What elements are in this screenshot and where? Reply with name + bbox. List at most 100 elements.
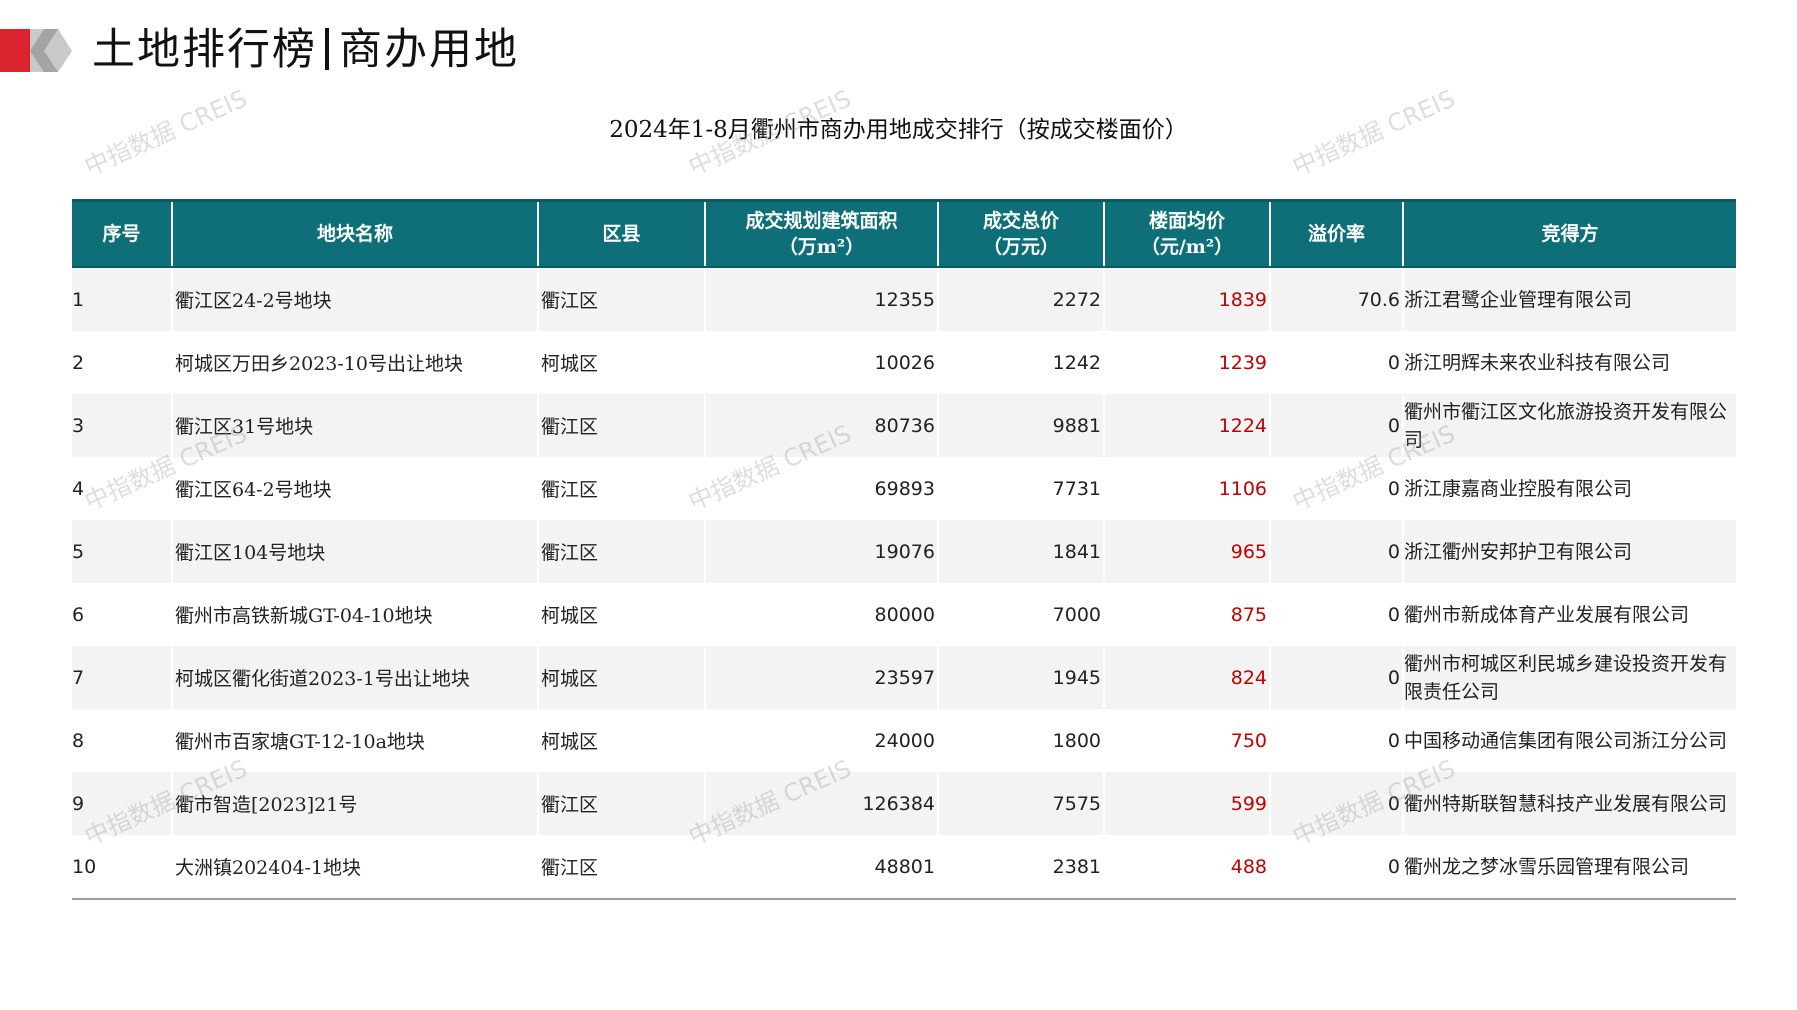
page-title-right: 商办用地 — [339, 25, 519, 75]
column-header-rank: 序号 — [72, 199, 173, 268]
cell-area: 19076 — [705, 520, 939, 583]
cell-price: 750 — [1104, 709, 1271, 772]
cell-winner: 浙江康嘉商业控股有限公司 — [1403, 457, 1736, 520]
page-title: 土地排行榜 商办用地 — [92, 22, 519, 78]
column-header-area: 成交规划建筑面积 （万m²） — [705, 199, 939, 268]
cell-district: 柯城区 — [538, 583, 706, 646]
cell-price: 1224 — [1104, 394, 1271, 457]
cell-price: 1239 — [1104, 331, 1271, 394]
cell-district: 衢江区 — [538, 457, 706, 520]
table-row: 4 衢江区64-2号地块 衢江区 69893 7731 1106 0 浙江康嘉商业控股有限公司 — [72, 457, 1736, 520]
cell-area: 69893 — [705, 457, 939, 520]
column-header-label: 成交总价 — [982, 210, 1059, 232]
cell-price: 1839 — [1104, 267, 1271, 331]
column-header-label: 溢价率 — [1307, 223, 1365, 245]
cell-price: 824 — [1104, 646, 1271, 709]
cell-price: 965 — [1104, 520, 1271, 583]
column-header-label: 成交规划建筑面积 — [745, 210, 898, 232]
cell-total: 1800 — [938, 709, 1105, 772]
cell-district: 衢江区 — [538, 835, 706, 900]
cell-winner: 中国移动通信集团有限公司浙江分公司 — [1403, 709, 1736, 772]
ranking-table: 序号 地块名称 区县 成交规划建筑面积 （万m²） 成交总价 （万元） 楼面均价 （元… — [72, 199, 1736, 900]
cell-district: 柯城区 — [538, 646, 706, 709]
cell-total: 2381 — [938, 835, 1105, 900]
cell-name: 衢江区31号地块 — [172, 394, 539, 457]
cell-area: 126384 — [705, 772, 939, 835]
cell-name: 衢江区104号地块 — [172, 520, 539, 583]
column-header-price: 楼面均价 （元/m²） — [1104, 199, 1271, 268]
cell-district: 衢江区 — [538, 520, 706, 583]
column-header-winner: 竞得方 — [1403, 199, 1736, 268]
table-title: 2024年1-8月衢州市商办用地成交排行（按成交楼面价） — [609, 117, 1188, 143]
cell-district: 柯城区 — [538, 331, 706, 394]
column-header-label: 竞得方 — [1541, 223, 1599, 245]
cell-rank: 7 — [72, 646, 173, 709]
table-header-row: 序号 地块名称 区县 成交规划建筑面积 （万m²） 成交总价 （万元） 楼面均价 （元… — [72, 199, 1736, 268]
cell-district: 柯城区 — [538, 709, 706, 772]
column-header-total: 成交总价 （万元） — [938, 199, 1105, 268]
cell-rank: 3 — [72, 394, 173, 457]
cell-premium: 0 — [1270, 457, 1404, 520]
cell-premium: 0 — [1270, 709, 1404, 772]
table-row: 3 衢江区31号地块 衢江区 80736 9881 1224 0 衢州市衢江区文化旅游投资开发… — [72, 394, 1736, 457]
cell-rank: 8 — [72, 709, 173, 772]
cell-winner: 浙江衢州安邦护卫有限公司 — [1403, 520, 1736, 583]
column-header-label: 区县 — [602, 223, 641, 245]
column-header-label: 楼面均价 — [1148, 210, 1225, 232]
cell-name: 衢江区64-2号地块 — [172, 457, 539, 520]
cell-price: 875 — [1104, 583, 1271, 646]
cell-total: 7000 — [938, 583, 1105, 646]
cell-area: 48801 — [705, 835, 939, 900]
cell-district: 衢江区 — [538, 772, 706, 835]
cell-name: 大洲镇202404-1地块 — [172, 835, 539, 900]
table-row: 6 衢州市高铁新城GT-04-10地块 柯城区 80000 7000 875 0 衢州市新成体… — [72, 583, 1736, 646]
cell-name: 柯城区万田乡2023-10号出让地块 — [172, 331, 539, 394]
cell-premium: 0 — [1270, 331, 1404, 394]
title-separator — [325, 28, 329, 70]
table-row: 8 衢州市百家塘GT-12-10a地块 柯城区 24000 1800 750 0 中国移动通信… — [72, 709, 1736, 772]
cell-winner: 衢州市柯城区利民城乡建设投资开发有限责任公司 — [1403, 646, 1736, 709]
cell-area: 80000 — [705, 583, 939, 646]
column-header-label: 地块名称 — [316, 223, 393, 245]
cell-rank: 4 — [72, 457, 173, 520]
cell-premium: 0 — [1270, 835, 1404, 900]
cell-name: 衢州市高铁新城GT-04-10地块 — [172, 583, 539, 646]
cell-premium: 0 — [1270, 646, 1404, 709]
cell-total: 9881 — [938, 394, 1105, 457]
cell-name: 衢江区24-2号地块 — [172, 267, 539, 331]
cell-name: 衢市智造[2023]21号 — [172, 772, 539, 835]
cell-premium: 70.6 — [1270, 267, 1404, 331]
cell-total: 7575 — [938, 772, 1105, 835]
header-logo-mark — [0, 29, 72, 72]
cell-total: 7731 — [938, 457, 1105, 520]
cell-total: 2272 — [938, 267, 1105, 331]
column-header-unit: （万元） — [982, 236, 1059, 258]
cell-rank: 6 — [72, 583, 173, 646]
cell-rank: 10 — [72, 835, 173, 900]
cell-winner: 浙江君鹭企业管理有限公司 — [1403, 267, 1736, 331]
cell-total: 1242 — [938, 331, 1105, 394]
cell-premium: 0 — [1270, 394, 1404, 457]
cell-area: 10026 — [705, 331, 939, 394]
cell-winner: 衢州市新成体育产业发展有限公司 — [1403, 583, 1736, 646]
cell-area: 23597 — [705, 646, 939, 709]
cell-rank: 5 — [72, 520, 173, 583]
cell-price: 488 — [1104, 835, 1271, 900]
table-row: 7 柯城区衢化街道2023-1号出让地块 柯城区 23597 1945 824 0 衢州市柯城… — [72, 646, 1736, 709]
table-body: 1 衢江区24-2号地块 衢江区 12355 2272 1839 70.6 浙江君鹭企业管理有… — [72, 267, 1736, 900]
cell-premium: 0 — [1270, 772, 1404, 835]
cell-price: 1106 — [1104, 457, 1271, 520]
cell-premium: 0 — [1270, 520, 1404, 583]
cell-winner: 衢州特斯联智慧科技产业发展有限公司 — [1403, 772, 1736, 835]
table-row: 5 衢江区104号地块 衢江区 19076 1841 965 0 浙江衢州安邦护卫有限公司 — [72, 520, 1736, 583]
cell-price: 599 — [1104, 772, 1271, 835]
cell-winner: 衢州市衢江区文化旅游投资开发有限公司 — [1403, 394, 1736, 457]
table-row: 1 衢江区24-2号地块 衢江区 12355 2272 1839 70.6 浙江君鹭企业管理有… — [72, 267, 1736, 331]
cell-premium: 0 — [1270, 583, 1404, 646]
page-title-left: 土地排行榜 — [92, 25, 317, 75]
table-row: 9 衢市智造[2023]21号 衢江区 126384 7575 599 0 衢州特斯联智慧科技… — [72, 772, 1736, 835]
cell-district: 衢江区 — [538, 394, 706, 457]
cell-winner: 衢州龙之梦冰雪乐园管理有限公司 — [1403, 835, 1736, 900]
column-header-label: 序号 — [102, 223, 141, 245]
cell-winner: 浙江明辉未来农业科技有限公司 — [1403, 331, 1736, 394]
